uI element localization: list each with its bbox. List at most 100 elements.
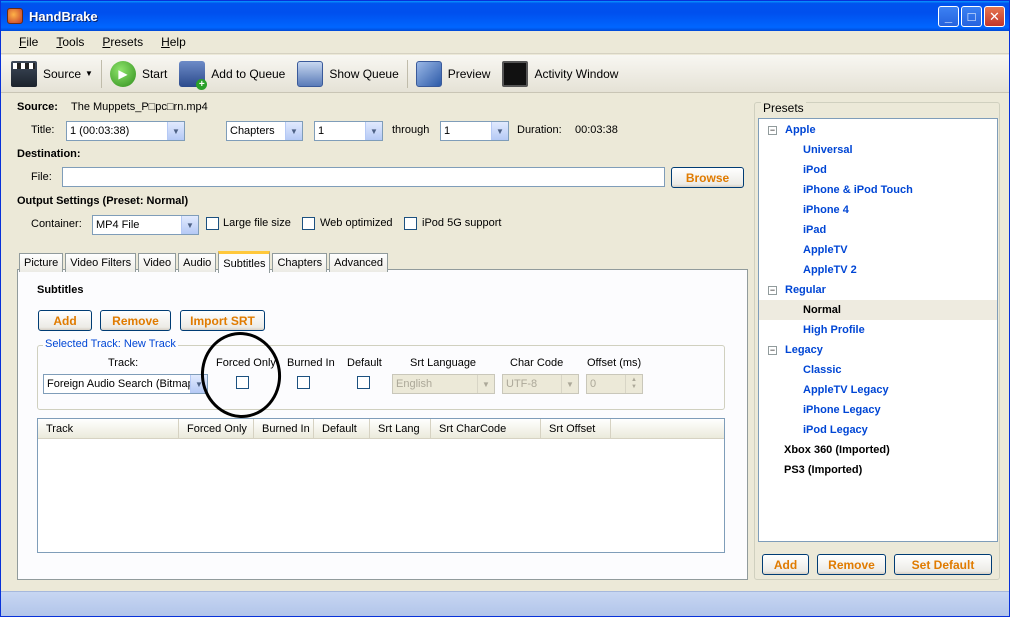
start-button[interactable]: ▶ Start [104, 57, 173, 91]
column-srt-offset-label: Srt Offset [549, 423, 596, 435]
preset-item[interactable]: iPod Legacy [759, 420, 997, 440]
container-label: Container: [31, 218, 82, 230]
remove-preset-label: Remove [828, 557, 875, 572]
preset-item-label: Universal [803, 144, 853, 156]
preset-item[interactable]: AppleTV Legacy [759, 380, 997, 400]
menu-help[interactable]: Help [153, 35, 194, 49]
tab-video[interactable]: Video [138, 253, 177, 272]
subtitle-list-header: Track Forced Only Burned In Default Srt … [38, 419, 724, 439]
track-label: Track: [108, 357, 139, 369]
column-default[interactable]: Default [314, 419, 370, 439]
preset-item[interactable]: iPod [759, 160, 997, 180]
maximize-button[interactable]: □ [961, 6, 982, 27]
collapse-icon[interactable]: − [768, 345, 777, 355]
preset-item-label: High Profile [803, 324, 865, 336]
tab-advanced[interactable]: Advanced [329, 253, 389, 272]
web-optimized-checkbox[interactable] [302, 217, 315, 230]
char-code-select[interactable]: UTF-8 ▼ [502, 374, 579, 394]
preset-item[interactable]: iPhone & iPod Touch [759, 180, 997, 200]
collapse-icon[interactable]: − [768, 125, 777, 135]
remove-subtitle-button[interactable]: Remove [100, 310, 171, 331]
ipod-support-label: iPod 5G support [422, 217, 502, 229]
column-burned-in[interactable]: Burned In [254, 419, 314, 439]
title-bar[interactable]: HandBrake _ □ ✕ [1, 1, 1009, 31]
large-file-label: Large file size [223, 217, 291, 229]
tab-picture[interactable]: Picture [19, 253, 64, 272]
activity-window-button[interactable]: Activity Window [496, 57, 624, 91]
tab-video-filters[interactable]: Video Filters [65, 253, 137, 272]
tab-audio[interactable]: Audio [178, 253, 217, 272]
preset-item-label: Xbox 360 (Imported) [784, 444, 890, 456]
add-to-queue-button[interactable]: Add to Queue [173, 57, 291, 91]
preset-item[interactable]: Classic [759, 360, 997, 380]
tab-chapters[interactable]: Chapters [272, 253, 328, 272]
tab-strip: Picture Video Filters Video Audio Subtit… [19, 250, 390, 273]
column-forced-only[interactable]: Forced Only [179, 419, 254, 439]
menu-presets-label: resets [110, 35, 144, 49]
preset-item-selected[interactable]: Normal [759, 300, 997, 320]
range-mode-select[interactable]: Chapters ▼ [226, 121, 303, 141]
set-default-label: Set Default [911, 557, 975, 572]
tab-audio-label: Audio [183, 257, 212, 269]
chevron-down-icon: ▼ [561, 375, 578, 393]
char-code-label: Char Code [510, 357, 564, 369]
large-file-checkbox[interactable] [206, 217, 219, 230]
range-start-select[interactable]: 1 ▼ [314, 121, 383, 141]
column-srt-charcode[interactable]: Srt CharCode [431, 419, 541, 439]
window-title: HandBrake [29, 8, 98, 24]
add-subtitle-button[interactable]: Add [38, 310, 92, 331]
browse-button[interactable]: Browse [671, 167, 744, 188]
activity-window-label: Activity Window [534, 66, 619, 81]
column-srt-offset[interactable]: Srt Offset [541, 419, 611, 439]
track-select[interactable]: Foreign Audio Search (Bitmap) ▼ [43, 374, 208, 394]
preset-item[interactable]: iPad [759, 220, 997, 240]
import-srt-button[interactable]: Import SRT [180, 310, 265, 331]
column-track[interactable]: Track [38, 419, 179, 439]
subtitle-track-list[interactable]: Track Forced Only Burned In Default Srt … [37, 418, 725, 553]
source-button[interactable]: Source ▼ [5, 57, 99, 91]
preset-item[interactable]: iPhone 4 [759, 200, 997, 220]
close-button[interactable]: ✕ [984, 6, 1005, 27]
preset-item[interactable]: High Profile [759, 320, 997, 340]
range-end-select[interactable]: 1 ▼ [440, 121, 509, 141]
source-heading: Source: [17, 101, 58, 113]
offset-spinner[interactable]: 0 ▲ ▼ [586, 374, 643, 394]
menu-tools-label: ools [62, 35, 85, 49]
preset-item[interactable]: Universal [759, 140, 997, 160]
default-checkbox[interactable] [357, 376, 370, 389]
preset-group-legacy[interactable]: − Legacy [759, 340, 997, 360]
title-select[interactable]: 1 (00:03:38) ▼ [66, 121, 185, 141]
show-queue-label: Show Queue [329, 66, 399, 81]
srt-language-select[interactable]: English ▼ [392, 374, 495, 394]
destination-file-input[interactable] [62, 167, 665, 187]
browse-label: Browse [685, 170, 730, 185]
preset-item-imported[interactable]: Xbox 360 (Imported) [759, 440, 997, 460]
preset-item[interactable]: iPhone Legacy [759, 400, 997, 420]
menu-presets[interactable]: Presets [94, 35, 151, 49]
add-preset-button[interactable]: Add [762, 554, 809, 575]
burned-in-checkbox[interactable] [297, 376, 310, 389]
preset-item[interactable]: AppleTV [759, 240, 997, 260]
selected-track-title: Selected Track: New Track [43, 338, 178, 350]
preset-group-apple[interactable]: − Apple [759, 120, 997, 140]
presets-tree[interactable]: − Apple Universal iPod iPhone & iPod Tou… [758, 118, 998, 542]
tab-subtitles[interactable]: Subtitles [218, 251, 271, 273]
collapse-icon[interactable]: − [768, 285, 777, 295]
toolbar-separator [100, 59, 102, 88]
preview-button[interactable]: Preview [410, 57, 497, 91]
show-queue-button[interactable]: Show Queue [291, 57, 404, 91]
column-srt-lang[interactable]: Srt Lang [370, 419, 431, 439]
window-controls: _ □ ✕ [938, 6, 1005, 27]
menu-tools[interactable]: Tools [48, 35, 92, 49]
preset-item-imported[interactable]: PS3 (Imported) [759, 460, 997, 480]
minimize-button[interactable]: _ [938, 6, 959, 27]
container-select[interactable]: MP4 File ▼ [92, 215, 199, 235]
menu-file[interactable]: File [11, 35, 46, 49]
preset-item[interactable]: AppleTV 2 [759, 260, 997, 280]
ipod-support-checkbox[interactable] [404, 217, 417, 230]
preset-item-label: iPad [803, 224, 827, 236]
set-default-preset-button[interactable]: Set Default [894, 554, 992, 575]
play-icon: ▶ [109, 60, 136, 87]
preset-group-regular[interactable]: − Regular [759, 280, 997, 300]
remove-preset-button[interactable]: Remove [817, 554, 886, 575]
